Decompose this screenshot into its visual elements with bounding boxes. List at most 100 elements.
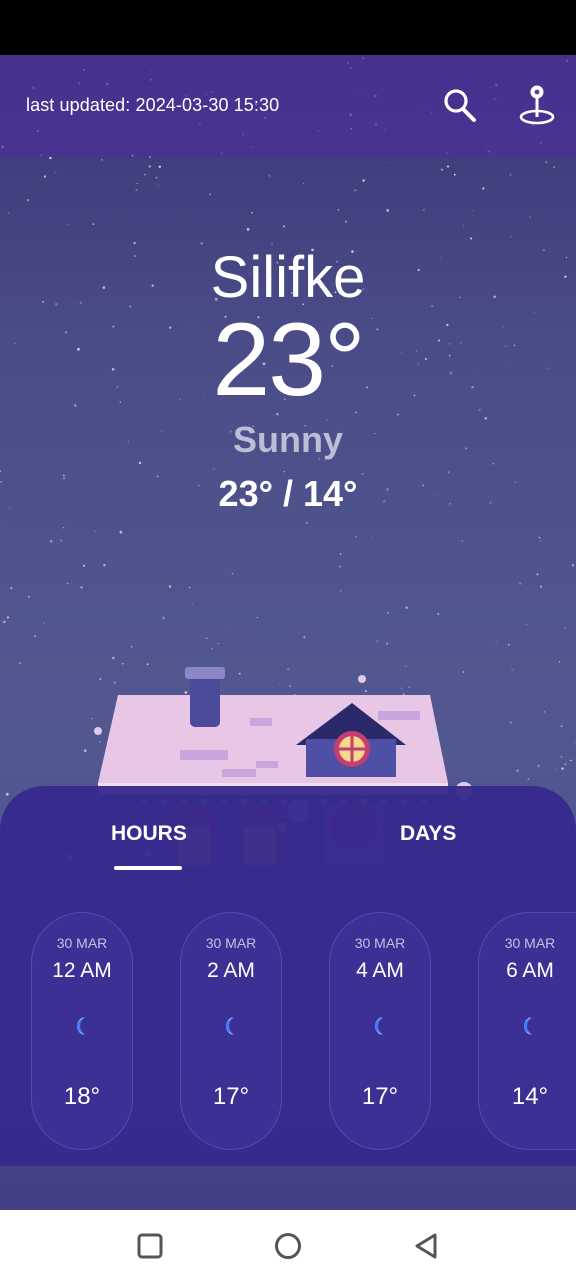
- location-button[interactable]: [517, 83, 557, 125]
- hour-card-time: 4 AM: [356, 959, 404, 982]
- tab-days[interactable]: DAYS: [400, 822, 456, 846]
- hour-card[interactable]: 30 MAR 2 AM 17°: [180, 912, 282, 1150]
- hour-card-temp: 14°: [511, 1083, 549, 1110]
- weather-condition: Sunny: [232, 419, 343, 460]
- hour-card-date: 30 MAR: [354, 935, 406, 951]
- star: [34, 635, 37, 638]
- last-updated-label: last updated: 2024-03-30 15:30: [26, 95, 280, 115]
- home-button[interactable]: [270, 1228, 306, 1264]
- hour-card-temp: 17°: [361, 1083, 399, 1110]
- star: [354, 189, 357, 192]
- tab-hours[interactable]: HOURS: [111, 822, 187, 846]
- star: [158, 165, 161, 168]
- star: [372, 536, 373, 538]
- star: [133, 241, 136, 245]
- active-tab-indicator: [114, 866, 182, 870]
- moon-icon: [226, 1017, 235, 1035]
- forecast-panel: HOURS DAYS 30 MAR 12 AM 18° 30 MAR 2 AM …: [0, 786, 576, 1166]
- star: [59, 539, 63, 542]
- star: [537, 764, 540, 768]
- hour-card-temp: 18°: [63, 1083, 101, 1110]
- star: [431, 176, 433, 178]
- star: [83, 564, 86, 567]
- star: [209, 193, 211, 196]
- star: [386, 162, 388, 163]
- star: [282, 225, 285, 228]
- hour-card-time: 6 AM: [506, 959, 554, 982]
- star: [138, 461, 142, 465]
- star: [560, 725, 563, 728]
- star: [355, 535, 357, 538]
- star: [483, 529, 485, 530]
- star: [231, 572, 234, 575]
- location-pin-icon: [519, 85, 555, 125]
- star: [423, 209, 425, 211]
- star: [265, 584, 267, 586]
- system-navigation-bar: [0, 1210, 576, 1280]
- star: [26, 198, 30, 202]
- star: [101, 159, 103, 161]
- star: [545, 161, 548, 163]
- star: [574, 741, 576, 743]
- hour-card-temp: 17°: [212, 1083, 250, 1110]
- star: [62, 526, 65, 529]
- star: [337, 209, 340, 211]
- hour-card[interactable]: 30 MAR 4 AM 17°: [329, 912, 431, 1150]
- star: [43, 622, 46, 624]
- star: [80, 586, 83, 589]
- star: [155, 176, 158, 179]
- back-button[interactable]: [408, 1228, 444, 1264]
- top-bar: last updated: 2024-03-30 15:30: [0, 55, 576, 157]
- star: [446, 165, 450, 168]
- square-icon: [137, 1233, 163, 1259]
- star: [339, 589, 342, 592]
- high-low-temperature: 23° / 14°: [218, 473, 358, 514]
- status-bar: [0, 0, 576, 55]
- star: [268, 174, 271, 177]
- star: [509, 721, 512, 724]
- star: [543, 711, 546, 713]
- star: [144, 173, 147, 176]
- star: [569, 759, 572, 762]
- hour-card-date: 30 MAR: [504, 935, 556, 951]
- circle-icon: [275, 1233, 301, 1259]
- star: [18, 662, 22, 665]
- star: [344, 220, 347, 223]
- star: [453, 173, 456, 176]
- star: [555, 769, 556, 771]
- star: [527, 778, 530, 781]
- star: [157, 184, 159, 187]
- hour-card-time: 2 AM: [207, 959, 255, 982]
- star: [303, 182, 305, 185]
- star: [49, 540, 53, 543]
- star: [55, 172, 57, 174]
- star: [10, 587, 13, 590]
- star: [471, 210, 473, 211]
- star: [119, 530, 123, 534]
- recent-apps-button[interactable]: [132, 1228, 168, 1264]
- star: [339, 565, 342, 568]
- star: [92, 223, 95, 226]
- hour-card[interactable]: 30 MAR 12 AM 18°: [31, 912, 133, 1150]
- star: [246, 227, 250, 231]
- star: [511, 668, 514, 672]
- star: [213, 468, 215, 470]
- current-temperature: 23°: [212, 302, 365, 418]
- hour-card-date: 30 MAR: [205, 935, 257, 951]
- star: [564, 627, 566, 629]
- star: [540, 540, 542, 542]
- search-button[interactable]: [441, 85, 481, 127]
- star: [148, 165, 152, 168]
- moon-icon: [77, 1017, 86, 1035]
- star: [2, 620, 6, 624]
- hour-card-time: 12 AM: [52, 959, 112, 982]
- star: [43, 175, 47, 178]
- hour-card[interactable]: 30 MAR 6 AM 14°: [478, 912, 576, 1150]
- star: [103, 564, 106, 567]
- star: [116, 211, 118, 213]
- star: [510, 236, 512, 238]
- star: [177, 223, 179, 224]
- star: [6, 616, 10, 619]
- star: [306, 522, 308, 524]
- star: [571, 564, 575, 567]
